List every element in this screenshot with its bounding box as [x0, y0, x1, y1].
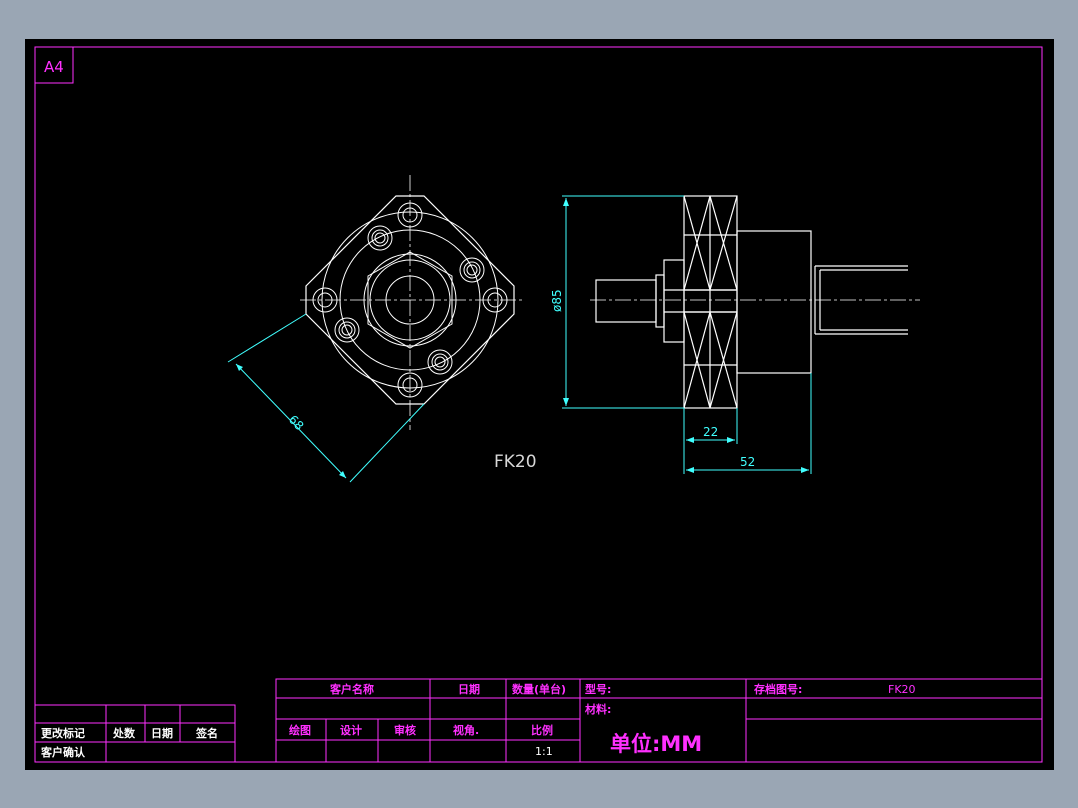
side-view: ø85 22 52 — [550, 195, 920, 474]
customer-name-label: 客户名称 — [329, 682, 374, 696]
front-view: 68 — [227, 175, 525, 483]
draw-label: 绘图 — [289, 723, 311, 737]
dim-22-text: 22 — [703, 425, 718, 439]
archive-no-label: 存档图号: — [754, 682, 802, 696]
sheet-border — [34, 46, 1043, 763]
dim-68-text: 68 — [286, 412, 307, 433]
review-label: 审核 — [394, 723, 416, 737]
cad-viewport[interactable]: A4 68 ø85 22 52 FK20 更改标记 处数 日期 签名 客户确认 … — [25, 39, 1054, 770]
rev-date-label: 日期 — [151, 726, 173, 740]
scale-value: 1:1 — [535, 745, 553, 758]
model-label: 型号: — [585, 682, 611, 696]
view-label: 视角. — [453, 723, 479, 737]
unit-label: 单位:MM — [610, 732, 702, 756]
drawing-canvas: A4 68 ø85 22 52 FK20 更改标记 处数 日期 签名 客户确认 … — [34, 46, 1043, 763]
customer-confirm-label: 客户确认 — [40, 745, 86, 759]
scale-label: 比例 — [531, 723, 553, 737]
qty-label: 数量(单台) — [512, 682, 566, 696]
sheet-size-label: A4 — [44, 58, 64, 76]
archive-value: FK20 — [888, 683, 916, 696]
date-label: 日期 — [458, 682, 480, 696]
part-label: FK20 — [494, 452, 537, 472]
material-label: 材料: — [585, 702, 611, 716]
design-label: 设计 — [340, 723, 362, 737]
change-mark-label: 更改标记 — [41, 726, 85, 740]
dim-52-text: 52 — [740, 455, 755, 469]
sign-label: 签名 — [195, 726, 218, 740]
count-label: 处数 — [112, 726, 136, 740]
dim-85-text: ø85 — [550, 289, 564, 312]
